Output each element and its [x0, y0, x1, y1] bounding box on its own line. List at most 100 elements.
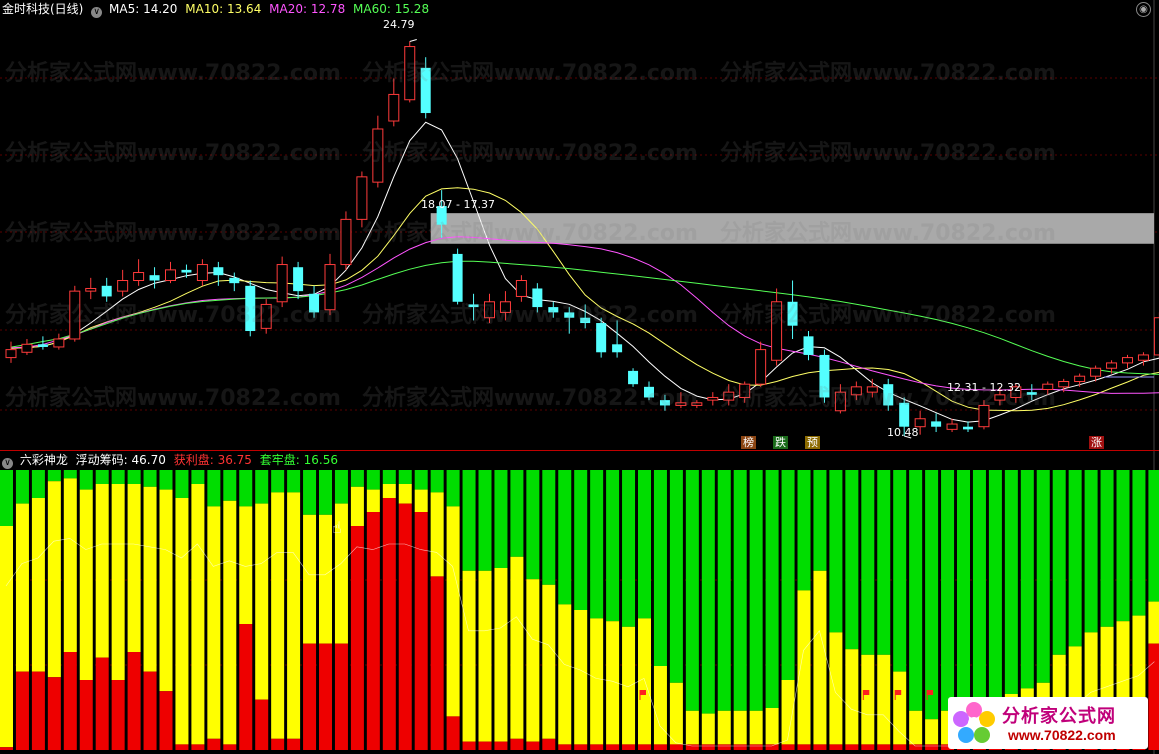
high-marker — [409, 39, 417, 43]
float-bar — [845, 649, 859, 745]
float-bar — [223, 500, 237, 745]
candle-body — [739, 383, 751, 398]
profit-bar — [781, 744, 795, 750]
float-bar — [287, 492, 301, 739]
candle-body — [691, 402, 703, 406]
float-bar — [191, 484, 205, 745]
tag-bang: 榜 — [741, 436, 756, 449]
flag-icon — [640, 690, 646, 695]
panel-separator — [0, 450, 1159, 451]
candle-body — [978, 404, 990, 428]
float-bar — [526, 579, 540, 742]
trapped-label: 套牢盘: 16.56 — [259, 453, 338, 467]
settings-icon[interactable]: ◉ — [1136, 2, 1151, 17]
candle-body — [165, 269, 176, 282]
profit-bar — [303, 643, 317, 750]
trapped-bar — [303, 470, 317, 515]
trapped-bar — [1052, 470, 1066, 655]
candle-body — [1137, 354, 1149, 361]
trapped-bar — [781, 470, 795, 680]
trapped-bar — [239, 470, 253, 507]
profit-bar — [590, 744, 604, 750]
profit-bar — [79, 680, 93, 750]
ma10-label: MA10: 13.64 — [185, 2, 262, 16]
float-bar — [478, 570, 492, 742]
trapped-bar — [31, 470, 45, 498]
stock-title: 金时科技(日线) — [2, 2, 84, 16]
profit-bar — [797, 744, 811, 750]
candle-body — [850, 386, 862, 396]
trapped-bar — [1020, 470, 1034, 689]
candle-body — [37, 344, 48, 347]
trapped-bar — [797, 470, 811, 591]
profit-bar — [701, 744, 715, 750]
float-bar — [733, 710, 747, 745]
trapped-bar — [909, 470, 923, 711]
trapped-bar — [925, 470, 939, 720]
candle-body — [340, 218, 352, 266]
trapped-bar — [861, 470, 875, 655]
float-label: 浮动筹码: 46.70 — [75, 453, 166, 467]
candle-body — [659, 400, 670, 406]
flag-icon — [927, 690, 934, 695]
candle-body — [324, 264, 336, 311]
profit-bar — [622, 744, 636, 750]
float-bar — [303, 514, 317, 644]
candle-body — [5, 349, 17, 359]
profit-bar — [15, 671, 29, 750]
trapped-bar — [606, 470, 620, 622]
float-bar — [462, 570, 476, 742]
candle-body — [276, 264, 288, 303]
band-annotation: 18.07 - 17.37 — [421, 198, 495, 211]
trapped-bar — [207, 470, 221, 507]
profit-label: 获利盘: 36.75 — [173, 453, 252, 467]
profit-bar — [765, 744, 779, 750]
trapped-bar — [95, 470, 109, 484]
float-bar — [877, 654, 891, 745]
trapped-bar — [15, 470, 29, 504]
candle-body — [468, 304, 479, 308]
profit-bar — [733, 744, 747, 750]
profit-bar — [494, 741, 508, 750]
profit-bar — [287, 738, 301, 750]
trapped-bar — [941, 470, 955, 711]
collapse-icon[interactable]: ∨ — [2, 458, 13, 469]
candle-body — [834, 391, 846, 412]
trapped-bar — [877, 470, 891, 655]
trapped-bar — [653, 470, 667, 666]
trapped-bar — [558, 470, 572, 605]
candle-body — [644, 386, 654, 398]
profit-bar — [877, 744, 891, 750]
candle-body — [245, 285, 256, 332]
profit-bar — [845, 744, 859, 750]
trapped-bar — [446, 470, 460, 507]
profit-bar — [0, 747, 13, 750]
chart-canvas: ☝ — [0, 0, 1159, 754]
trapped-bar — [0, 470, 13, 526]
float-bar — [159, 489, 173, 692]
profit-bar — [255, 699, 269, 750]
candle-body — [771, 301, 783, 361]
profit-bar — [143, 671, 157, 750]
trapped-bar — [829, 470, 843, 633]
trapped-bar — [1084, 470, 1098, 633]
trapped-bar — [350, 470, 364, 487]
trapped-bar — [382, 470, 396, 484]
trapped-bar — [717, 470, 731, 711]
candle-body — [548, 307, 559, 313]
float-bar — [717, 710, 731, 745]
float-bar — [350, 486, 364, 526]
trapped-bar — [319, 470, 332, 515]
profit-bar — [95, 657, 109, 750]
trapped-bar — [271, 470, 285, 493]
trapped-bar — [334, 470, 348, 504]
candle-body — [1042, 383, 1054, 390]
tag-zhang: 涨 — [1089, 436, 1104, 449]
trapped-bar — [765, 470, 779, 708]
candle-body — [21, 343, 33, 353]
float-bar — [398, 484, 412, 504]
trapped-bar — [462, 470, 476, 571]
collapse-icon[interactable]: ∨ — [91, 7, 103, 18]
candle-body — [899, 402, 910, 427]
float-bar — [366, 489, 380, 512]
